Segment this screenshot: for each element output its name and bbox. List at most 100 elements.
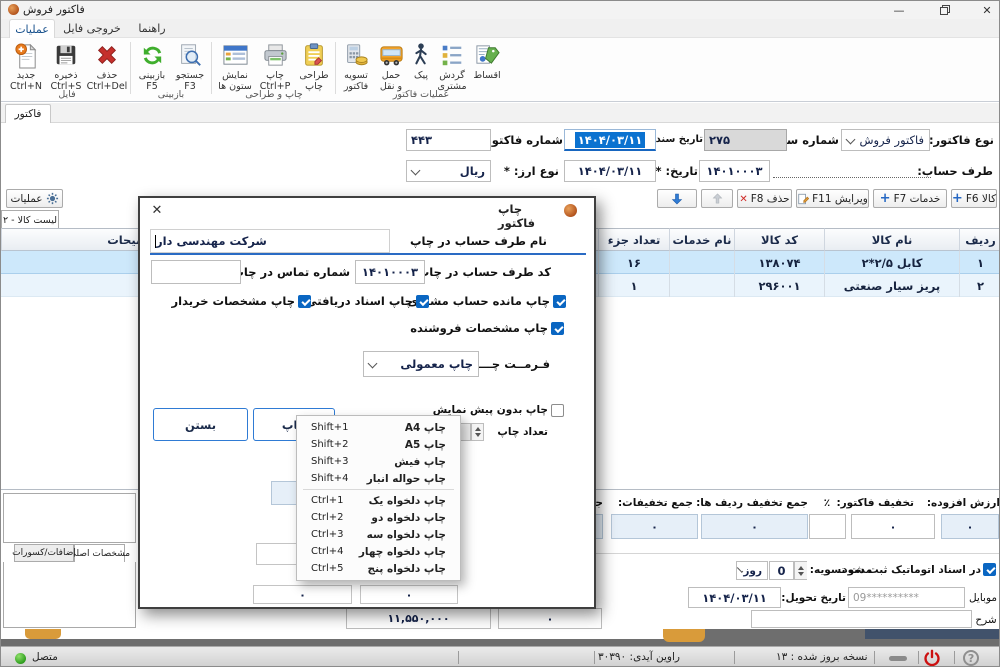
search-icon: [177, 42, 203, 68]
group-caption-print-design: چاپ و طراحی: [214, 89, 334, 100]
dialog-zero-field: ۰: [360, 585, 458, 604]
tab-main-specs[interactable]: مشخصات اصلی: [74, 544, 125, 562]
auto-doc-checkbox[interactable]: [983, 563, 996, 576]
menu-item-print-custom-3[interactable]: چاپ دلخواه سهCtrl+3: [297, 526, 460, 543]
menu-item-print-custom-4[interactable]: چاپ دلخواه چهارCtrl+4: [297, 543, 460, 560]
strip-orange-tab: [25, 629, 61, 639]
doc-date-field[interactable]: ۱۴۰۴/۰۳/۱۱: [564, 129, 656, 151]
statusbar-separator: [458, 651, 459, 664]
mobile-field[interactable]: 09**********: [848, 587, 965, 608]
print-format-value: چاپ معمولی: [400, 357, 473, 371]
invoice-type-combo[interactable]: فاکتور فروش: [841, 129, 930, 151]
bottom-strip: [1, 629, 1000, 646]
currency-type-label: نوع ارز: *: [505, 160, 559, 182]
window-title: فاکتور فروش: [23, 3, 85, 16]
dialog-close-icon[interactable]: ✕: [148, 201, 166, 219]
tab-goods-list[interactable]: لیست کالا - ۲: [1, 210, 59, 229]
column-header-item-name[interactable]: نام کالا: [824, 228, 959, 251]
collapse-button[interactable]: [889, 656, 907, 661]
add-services-button[interactable]: خدمات F7: [873, 189, 947, 208]
tab-operations[interactable]: عملیات: [9, 19, 55, 38]
customer-flow-icon: [439, 42, 465, 68]
move-row-down-button[interactable]: [657, 189, 697, 208]
menu-item-print-custom-5[interactable]: چاپ دلخواه پنجCtrl+5: [297, 560, 460, 577]
installments-icon: [474, 42, 501, 69]
print-code-label: کد طرف حساب در چاپ: [428, 260, 551, 284]
print-balance-checkbox[interactable]: [553, 295, 566, 308]
print-no-preview-label: چاپ بدون پیش نمایش: [451, 400, 548, 420]
minimize-button[interactable]: —: [885, 1, 913, 19]
description-field[interactable]: [751, 610, 972, 628]
column-header-row-no[interactable]: ردیف: [959, 228, 1000, 251]
menu-item-print-warehouse-slip[interactable]: چاپ حواله انبارShift+4: [297, 470, 460, 487]
strip-orange-tab: [663, 629, 705, 642]
transport-bus-icon: [378, 42, 405, 69]
tab-invoice-document[interactable]: فاکتور: [5, 104, 51, 123]
add-goods-button[interactable]: کالا F6: [951, 189, 997, 208]
operations-button[interactable]: عملیات: [6, 189, 63, 208]
copies-stepper[interactable]: [471, 423, 484, 441]
day-unit-value: روز: [743, 565, 762, 577]
dialog-close-button[interactable]: بستن: [153, 408, 248, 441]
print-no-preview-checkbox[interactable]: [551, 404, 564, 417]
menu-item-print-a4[interactable]: چاپ A4Shift+1: [297, 419, 460, 436]
print-format-combo[interactable]: چاپ معمولی: [363, 351, 479, 377]
tab-additions-deductions[interactable]: اضافات/کسورات: [14, 544, 74, 562]
cell-service-name: [669, 274, 734, 297]
restore-button[interactable]: [931, 1, 959, 19]
strip-slate-segment: [865, 629, 1000, 639]
power-button[interactable]: [923, 649, 941, 667]
statusbar-separator: [874, 651, 875, 664]
close-button[interactable]: ✕: [973, 1, 1000, 19]
edit-row-button[interactable]: ویرایش F11: [796, 189, 869, 208]
column-header-part-qty[interactable]: تعداد جزء: [598, 228, 669, 251]
date-field[interactable]: ۱۴۰۴/۰۳/۱۱: [564, 160, 656, 182]
percent-label: ٪: [819, 497, 835, 509]
refresh-icon: [139, 42, 166, 69]
invoice-discount-field[interactable]: ۰: [851, 514, 935, 539]
column-header-service-name[interactable]: نام خدمات: [669, 228, 734, 251]
operations-button-label: عملیات: [10, 193, 42, 205]
invoice-discount-label: تخفیف فاکتور:: [852, 497, 914, 509]
app-icon: [8, 4, 19, 15]
menu-item-print-custom-2[interactable]: چاپ دلخواه دوCtrl+2: [297, 509, 460, 526]
move-row-up-button[interactable]: [701, 189, 733, 208]
print-seller-info-checkbox[interactable]: [551, 322, 564, 335]
notes-list-box[interactable]: [3, 493, 136, 543]
account-party-dotted-leader[interactable]: [773, 161, 931, 178]
columns-icon: [222, 42, 249, 69]
percent-field[interactable]: [809, 514, 846, 539]
tab-export-file[interactable]: خروجی فایل: [59, 19, 125, 38]
menu-item-print-receipt[interactable]: چاپ فیشShift+3: [297, 453, 460, 470]
ribbon-divider: [335, 42, 336, 94]
print-buyer-info-checkbox[interactable]: [298, 295, 311, 308]
menu-item-print-custom-1[interactable]: چاپ دلخواه یکCtrl+1: [297, 492, 460, 509]
group-caption-file: فایل: [6, 89, 128, 100]
delivery-date-label: تاریخ تحویل:: [782, 587, 846, 609]
print-name-input[interactable]: شرکت مهندسی دار: [150, 229, 390, 253]
print-phone-field[interactable]: [151, 260, 241, 284]
delivery-date-field[interactable]: ۱۴۰۴/۰۳/۱۱: [688, 587, 781, 608]
print-code-field[interactable]: ۱۴۰۱۰۰۰۳: [355, 260, 425, 284]
column-header-item-code[interactable]: کد کالا: [734, 228, 824, 251]
help-button[interactable]: [963, 650, 979, 666]
day-unit-combo[interactable]: روز: [736, 561, 768, 580]
account-party-code-field[interactable]: ۱۴۰۱۰۰۰۳: [699, 160, 770, 182]
cell-service-name: [669, 251, 734, 274]
settlement-days-value[interactable]: 0: [769, 561, 794, 580]
currency-combo[interactable]: ریال: [406, 160, 491, 182]
statusbar-separator: [954, 651, 955, 664]
settlement-days-stepper[interactable]: [794, 561, 807, 580]
stepper-up-icon: [475, 427, 481, 431]
invoice-number-field[interactable]: ۴۴۳: [406, 129, 491, 151]
strip-scroll-area[interactable]: [1, 629, 665, 639]
connection-status-icon: [15, 653, 26, 664]
description-label: شرح: [973, 609, 999, 631]
print-received-docs-checkbox[interactable]: [416, 295, 429, 308]
delete-row-button[interactable]: حذف F8: [737, 189, 792, 208]
tab-help[interactable]: راهنما: [129, 19, 175, 38]
print-design-icon: [301, 42, 327, 68]
dialog-app-icon: [564, 204, 577, 217]
dialog-zero-field: ۰: [253, 585, 352, 604]
menu-item-print-a5[interactable]: چاپ A5Shift+2: [297, 436, 460, 453]
